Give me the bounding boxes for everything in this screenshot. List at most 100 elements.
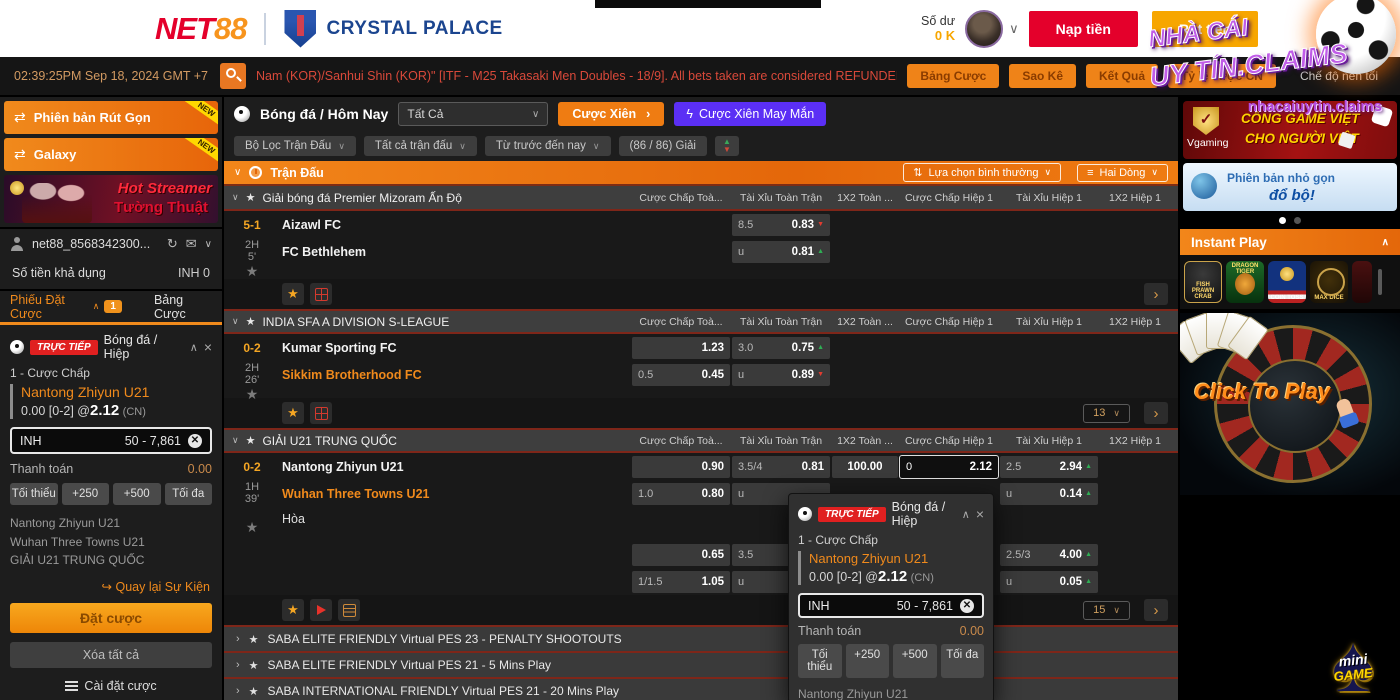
carousel-dots[interactable] (1180, 215, 1400, 229)
bet-table-button[interactable]: Bảng Cược (907, 64, 999, 88)
favorite-star-icon[interactable]: ★ (246, 263, 259, 280)
galaxy-banner[interactable]: ⇄ Galaxy NEW (4, 138, 218, 171)
clear-stake-icon[interactable]: ✕ (960, 599, 974, 613)
refresh-icon[interactable]: ↻ (167, 236, 178, 252)
vgaming-banner[interactable]: ✓ Vgaming CỔNG GAME VIỆT CHO NGƯỜI VIỆT (1183, 101, 1397, 159)
bet-settings-link[interactable]: Cài đặt cược (10, 679, 212, 693)
view-mode-dropdown[interactable]: ⇅Lựa chọn bình thường∨ (903, 163, 1061, 182)
lucky-parlay-button[interactable]: ϟ Cược Xiên May Mắn (674, 102, 826, 126)
stream-button[interactable] (310, 402, 332, 424)
net88-logo[interactable]: NET88 (155, 11, 246, 47)
parlay-button[interactable]: Cược Xiên › (558, 102, 664, 126)
expand-match-chevron[interactable]: › (1144, 402, 1168, 424)
min-stake-button[interactable]: Tối thiểu (10, 483, 58, 505)
odds-rate-button[interactable]: Tỷ lệ cược CN (1168, 64, 1276, 88)
markets-count-dropdown[interactable]: 15∨ (1083, 601, 1130, 620)
game-dragon-tiger[interactable]: DRAGON TIGER (1226, 261, 1264, 303)
max-stake-button[interactable]: Tối đa (165, 483, 213, 505)
game-coin-toss[interactable]: COIN TOSS (1268, 261, 1306, 303)
star-icon[interactable]: ★ (246, 315, 256, 328)
odds-cell-ou-home[interactable]: 8.50.83▼ (732, 214, 830, 236)
star-icon[interactable]: ★ (246, 434, 256, 447)
odds-cell-h1ou-2-home[interactable]: 2.5/34.00▲ (1000, 544, 1098, 566)
max-stake-button[interactable]: Tối đa (941, 644, 985, 678)
odds-cell-hdp-2-home[interactable]: 0.65 (632, 544, 730, 566)
account-expand-chevron-icon[interactable]: ∨ (205, 239, 212, 250)
collapse-chevron-icon[interactable]: ∧ (962, 508, 970, 521)
collapse-chevron-icon[interactable]: ∧ (190, 341, 198, 354)
stake-input[interactable]: INH 50 - 7,861 ✕ (798, 593, 984, 618)
section-chevron-down-icon[interactable]: ∨ (234, 167, 241, 178)
mail-icon[interactable]: ✉ (186, 236, 197, 252)
favorite-button[interactable]: ★ (282, 283, 304, 305)
collapsed-league-row[interactable]: › ★ SABA ELITE FRIENDLY Virtual PES 23 -… (224, 625, 1178, 651)
games-scrollbar[interactable] (1378, 269, 1382, 295)
star-icon[interactable]: ★ (249, 659, 259, 672)
roulette-banner[interactable]: Click To Play (1180, 313, 1400, 495)
odds-cell-h1hdp-home-selected[interactable]: 02.12 (900, 456, 998, 478)
account-chevron-down-icon[interactable]: ∨ (1009, 21, 1019, 37)
odds-cell-ou-home[interactable]: 3.00.75▲ (732, 337, 830, 359)
statement-button[interactable]: Sao Kê (1009, 64, 1076, 88)
quick-version-banner[interactable]: ⇄ Phiên bản Rút Gọn NEW (4, 101, 218, 134)
mini-game-button[interactable]: ♠ mini GAME (1314, 626, 1392, 700)
odds-cell-hdp-home[interactable]: 0.90 (632, 456, 730, 478)
time-filter-dropdown[interactable]: Từ trước đến nay∨ (485, 136, 611, 156)
favorite-button[interactable]: ★ (282, 599, 304, 621)
plus-500-button[interactable]: +500 (893, 644, 937, 678)
market-filter-select[interactable]: Tất Cả ∨ (398, 102, 548, 126)
play-stream-button[interactable] (310, 599, 332, 621)
league-header[interactable]: ∨★GIẢI U21 TRUNG QUỐC Cược Chấp Toà... T… (224, 428, 1178, 453)
stake-input[interactable]: INH 50 - 7,861 ✕ (10, 427, 212, 454)
league-header[interactable]: ∨★Giải bóng đá Premier Mizoram Ấn Độ Cượ… (224, 186, 1178, 211)
odds-cell-h1ou-away[interactable]: u0.14▲ (1000, 483, 1098, 505)
markets-count-dropdown[interactable]: 13∨ (1083, 404, 1130, 423)
odds-cell-hdp-away[interactable]: 1.00.80 (632, 483, 730, 505)
back-to-event-link[interactable]: ↪ Quay lại Sự Kiện (12, 579, 210, 594)
favorite-star-icon[interactable]: ★ (246, 519, 259, 536)
dot[interactable] (1294, 217, 1301, 224)
game-fish-prawn-crab[interactable]: FISH PRAWN CRAB (1184, 261, 1222, 303)
clear-stake-icon[interactable]: ✕ (188, 434, 202, 448)
avatar[interactable] (965, 10, 1003, 48)
clear-all-button[interactable]: Xóa tất cả (10, 642, 212, 668)
odds-cell-h1ou-home[interactable]: 2.52.94▲ (1000, 456, 1098, 478)
odds-cell-1x2-home[interactable]: 100.00 (832, 456, 898, 478)
plus-250-button[interactable]: +250 (62, 483, 110, 505)
mini-version-banner[interactable]: Phiên bản nhỏ gọn đổ bộ! (1183, 163, 1397, 211)
close-icon[interactable]: × (976, 506, 984, 522)
game-partial[interactable] (1352, 261, 1372, 303)
deposit-button[interactable]: Nạp tiền (1029, 11, 1138, 47)
collapsed-league-row[interactable]: › ★ SABA ELITE FRIENDLY Virtual PES 21 -… (224, 651, 1178, 677)
plus-500-button[interactable]: +500 (113, 483, 161, 505)
place-bet-button[interactable]: Đặt cược (10, 603, 212, 633)
odds-cell-ou-home[interactable]: 3.5/40.81 (732, 456, 830, 478)
odds-cell-hdp-2-away[interactable]: 1/1.51.05 (632, 571, 730, 593)
stream-button[interactable] (310, 283, 332, 305)
star-icon[interactable]: ★ (249, 633, 259, 646)
results-button[interactable]: Kết Quả (1086, 64, 1158, 88)
tab-bet-slip[interactable]: Phiếu Đặt Cược ∧ 1 (10, 293, 122, 321)
dot-active[interactable] (1279, 217, 1286, 224)
league-header[interactable]: ∨★INDIA SFA A DIVISION S-LEAGUE Cược Chấ… (224, 309, 1178, 334)
odds-cell-ou-away[interactable]: u0.89▼ (732, 364, 830, 386)
expand-match-chevron[interactable]: › (1144, 599, 1168, 621)
search-icon[interactable] (220, 63, 246, 89)
favorite-button[interactable]: ★ (282, 402, 304, 424)
min-stake-button[interactable]: Tối thiểu (798, 644, 842, 678)
odds-cell-ou-away[interactable]: u0.81▲ (732, 241, 830, 263)
instant-play-header[interactable]: Instant Play ∧ (1180, 229, 1400, 255)
withdraw-button[interactable]: Rút tiền (1152, 11, 1258, 47)
odds-cell-hdp-home[interactable]: 1.23 (632, 337, 730, 359)
dark-mode-toggle[interactable]: Chế độ nền tối (1300, 69, 1378, 83)
line-mode-dropdown[interactable]: ≡Hai Dòng∨ (1077, 164, 1168, 182)
stats-button[interactable] (338, 599, 360, 621)
plus-250-button[interactable]: +250 (846, 644, 890, 678)
sort-button[interactable]: ▲▼ (715, 136, 739, 156)
expand-match-chevron[interactable]: › (1144, 283, 1168, 305)
star-icon[interactable]: ★ (246, 191, 256, 204)
tab-bet-board[interactable]: Bảng Cược (154, 293, 212, 321)
odds-cell-hdp-away[interactable]: 0.50.45 (632, 364, 730, 386)
odds-cell-h1ou-2-away[interactable]: u0.05▲ (1000, 571, 1098, 593)
match-filter-dropdown[interactable]: Bộ Lọc Trận Đấu∨ (234, 136, 356, 156)
